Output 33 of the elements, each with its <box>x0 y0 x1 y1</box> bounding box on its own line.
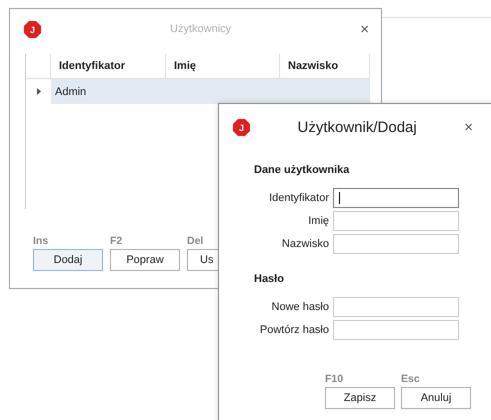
field-label: Nowe hasło <box>270 301 329 313</box>
column-header[interactable]: Nazwisko <box>280 54 370 79</box>
action-button[interactable]: Anuluj <box>401 387 471 409</box>
window-title: Użytkownik/Dodaj <box>296 118 418 136</box>
table-cell[interactable]: Admin <box>51 79 166 104</box>
close-button[interactable]: × <box>360 20 369 38</box>
input-field[interactable] <box>333 320 459 340</box>
input-field[interactable] <box>333 297 459 317</box>
window-title: Użytkownicy <box>169 23 232 35</box>
row-pointer-icon <box>36 88 40 95</box>
shortcut-label: Del <box>187 235 204 247</box>
close-button[interactable]: × <box>464 118 473 136</box>
column-header[interactable]: Identyfikator <box>51 54 166 79</box>
field-label: Powtórz hasło <box>258 324 329 336</box>
input-field[interactable] <box>333 211 459 231</box>
table-cell[interactable] <box>280 79 370 104</box>
input-field[interactable] <box>333 234 459 254</box>
action-button[interactable]: Popraw <box>110 249 180 271</box>
field-label: Nazwisko <box>280 238 329 250</box>
shortcut-label: F10 <box>325 373 344 385</box>
section-heading: Hasło <box>254 273 285 285</box>
column-header[interactable]: Imię <box>166 54 280 79</box>
field-label: Identyfikator <box>268 192 329 204</box>
logo-icon: J <box>24 20 41 38</box>
field-label: Imię <box>307 215 329 227</box>
primary-button[interactable]: Zapisz <box>325 387 395 409</box>
shortcut-label: Esc <box>401 373 421 385</box>
shortcut-label: F2 <box>110 235 124 247</box>
logo-icon: J <box>233 118 250 136</box>
input-field[interactable] <box>333 188 459 208</box>
shortcut-label: Ins <box>33 235 50 247</box>
primary-button[interactable]: Dodaj <box>33 249 103 271</box>
section-heading: Dane użytkownika <box>254 164 350 176</box>
